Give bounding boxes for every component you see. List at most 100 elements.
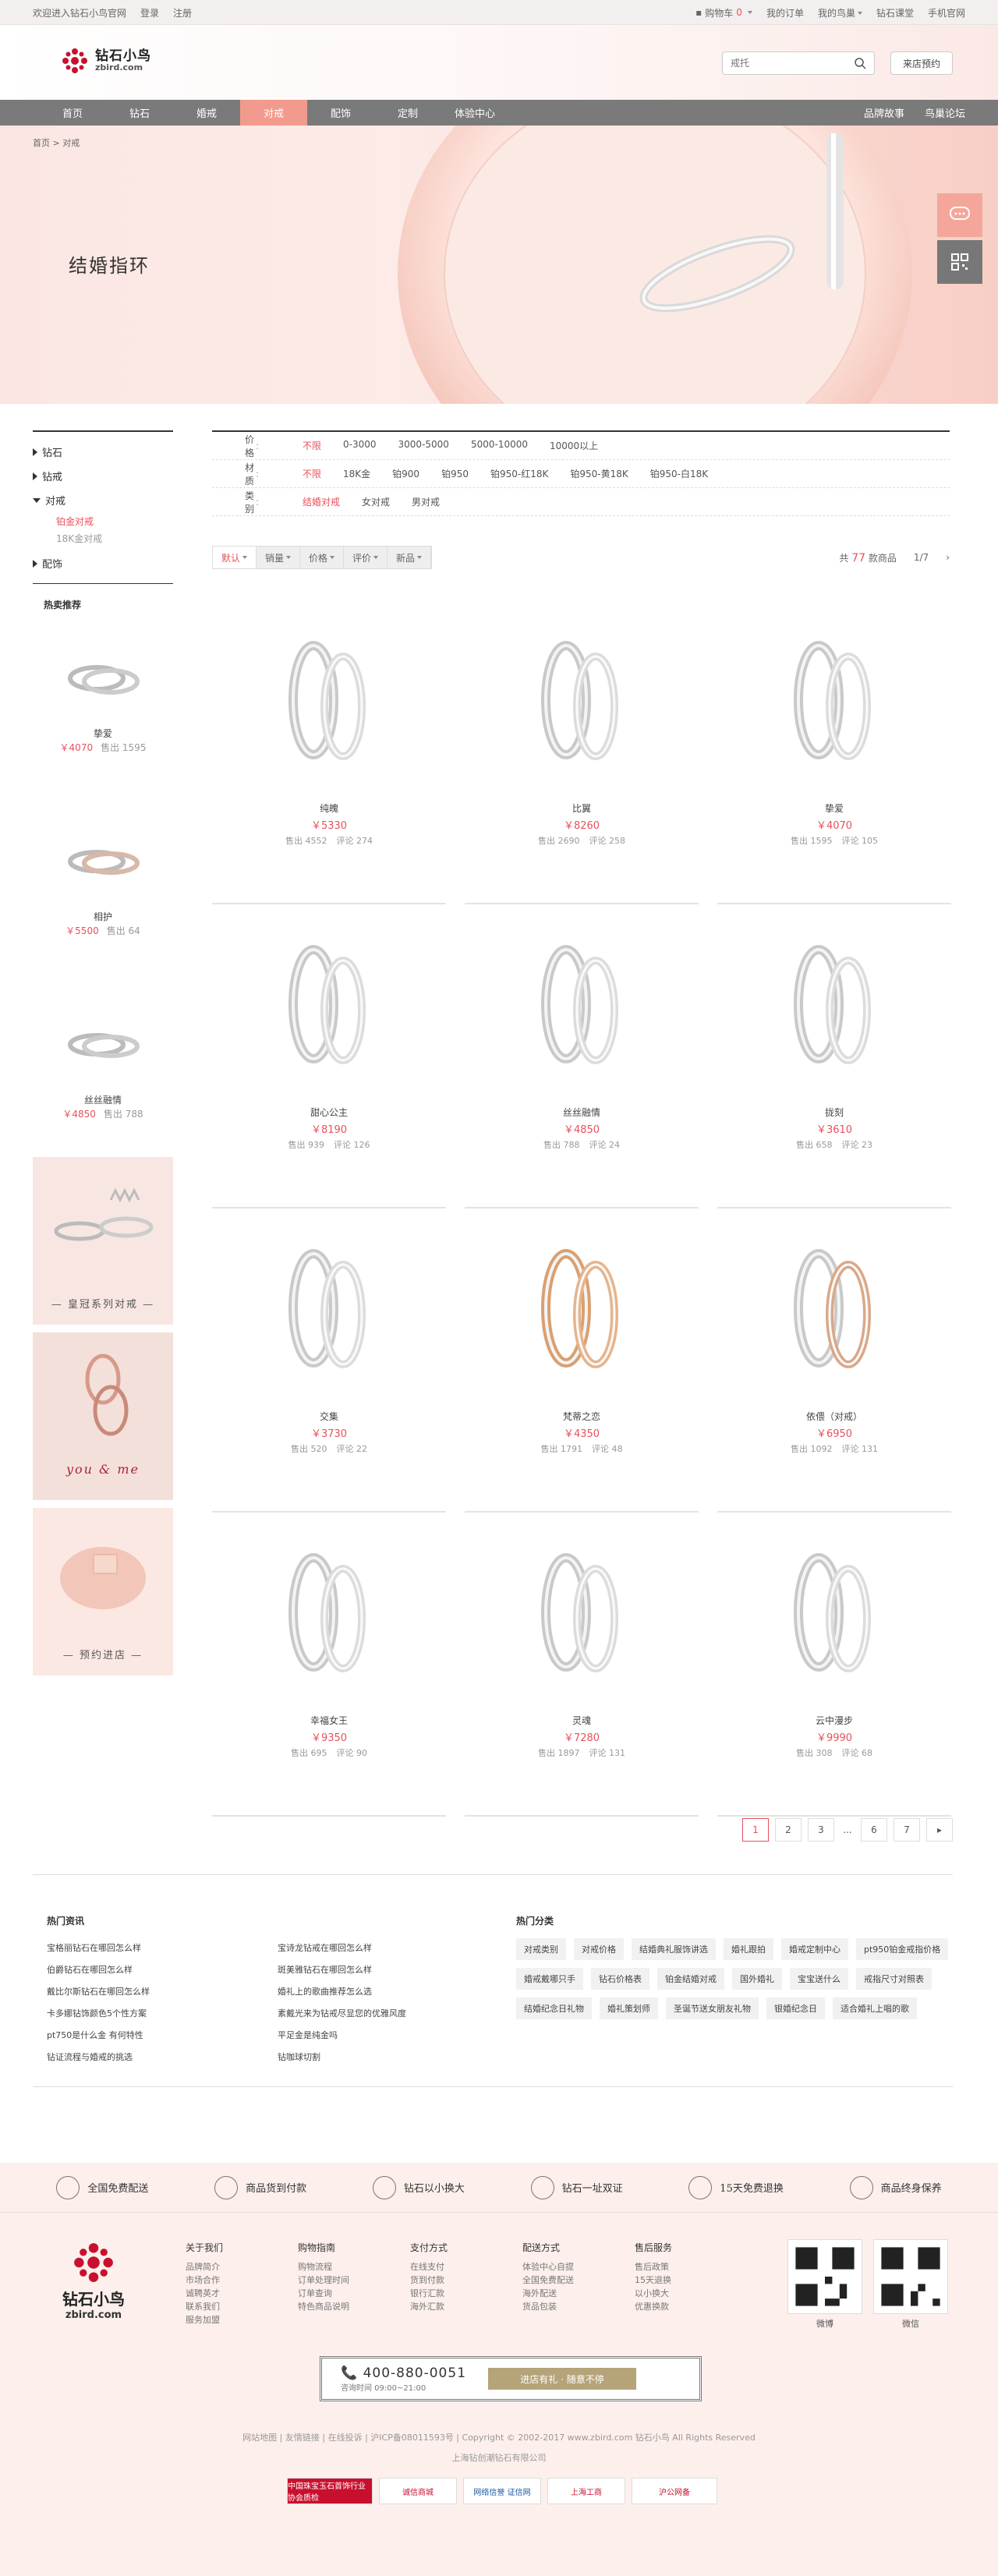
category-item[interactable]: 钻戒 xyxy=(33,464,173,488)
badge[interactable]: 中国珠宝玉石首饰行业协会质检 xyxy=(287,2478,373,2504)
news-link[interactable]: 卡多娜钻饰颜色5个性方案 xyxy=(47,2007,278,2019)
promo-store-visit[interactable]: — 预约进店 — xyxy=(33,1508,173,1675)
filter-option[interactable]: 18K金 xyxy=(343,467,370,480)
badge[interactable]: 沪公网备 xyxy=(632,2478,717,2504)
product-card[interactable]: 丝丝融情 ￥4850 售出 788 评论 24 xyxy=(465,904,699,1208)
footer-link[interactable]: 海外配送 xyxy=(522,2287,577,2300)
footer-link[interactable]: 品牌简介 xyxy=(186,2260,240,2273)
footer-link[interactable]: 以小换大 xyxy=(635,2287,689,2300)
subcategory-item[interactable]: 铂金对戒 xyxy=(33,512,173,529)
filter-option[interactable]: 不限 xyxy=(303,467,321,480)
filter-option[interactable]: 铂950-红18K xyxy=(490,467,548,480)
category-tag[interactable]: 铂金结婚对戒 xyxy=(657,1968,724,1990)
footer-link[interactable]: 15天退换 xyxy=(635,2273,689,2287)
news-link[interactable]: 伯爵钻石在哪回怎么样 xyxy=(47,1963,278,1976)
badge[interactable]: 诚信商城 xyxy=(379,2478,457,2504)
product-image[interactable] xyxy=(496,614,667,786)
filter-option[interactable]: 女对戒 xyxy=(362,495,390,508)
footer-link[interactable]: 体验中心自提 xyxy=(522,2260,577,2273)
footer-link[interactable]: 在线支付 xyxy=(410,2260,465,2273)
product-image[interactable] xyxy=(748,1223,920,1394)
register-link[interactable]: 注册 xyxy=(173,6,192,19)
filter-option[interactable]: 0-3000 xyxy=(343,439,377,452)
breadcrumb-home[interactable]: 首页 xyxy=(33,138,50,148)
orders-link[interactable]: 我的订单 xyxy=(766,6,804,19)
footer-link[interactable]: 货到付款 xyxy=(410,2273,465,2287)
product-card[interactable]: 挚爱 ￥4070 售出 1595 评论 105 xyxy=(717,600,951,904)
page-button[interactable]: 6 xyxy=(861,1818,887,1842)
news-link[interactable]: pt750是什么金 有何特性 xyxy=(47,2029,278,2041)
filter-option[interactable]: 铂950 xyxy=(441,467,469,480)
news-link[interactable]: 斑美雅钻石在哪回怎么样 xyxy=(278,1963,483,1976)
category-tag[interactable]: 银婚纪念日 xyxy=(766,1997,825,2019)
product-card[interactable]: 云中漫步 ￥9990 售出 308 评论 68 xyxy=(717,1513,951,1817)
filter-option[interactable]: 铂900 xyxy=(392,467,419,480)
product-name[interactable]: 丝丝融情 xyxy=(465,1106,699,1119)
promo-you-and-me[interactable]: you & me xyxy=(33,1332,173,1500)
product-image[interactable] xyxy=(496,1223,667,1394)
nav-item-diamond[interactable]: 钻石 xyxy=(106,100,173,126)
footer-link[interactable]: 联系我们 xyxy=(186,2300,240,2313)
news-link[interactable]: 素戴光来为钻戒尽显您的优雅风度 xyxy=(278,2007,483,2019)
product-card[interactable]: 交集 ￥3730 售出 520 评论 22 xyxy=(212,1208,446,1513)
nav-forum[interactable]: 鸟巢论坛 xyxy=(925,105,965,120)
search-box[interactable] xyxy=(722,51,875,75)
footer-link[interactable]: 优惠换款 xyxy=(635,2300,689,2313)
category-tag[interactable]: pt950铂金戒指价格 xyxy=(856,1938,949,1960)
sort-price[interactable]: 价格 xyxy=(300,547,344,568)
footer-links[interactable]: 网站地图 | 友情链接 | 在线投诉 | 沪ICP备08011593号 | Co… xyxy=(0,2431,998,2443)
product-card[interactable]: 灵魂 ￥7280 售出 1897 评论 131 xyxy=(465,1513,699,1817)
footer-link[interactable]: 订单查询 xyxy=(298,2287,352,2300)
promo-crown-series[interactable]: — 皇冠系列对戒 — xyxy=(33,1157,173,1325)
category-tag[interactable]: 结婚纪念日礼物 xyxy=(516,1997,592,2019)
product-name[interactable]: 交集 xyxy=(212,1410,446,1423)
news-link[interactable]: 钻证流程与婚戒的挑选 xyxy=(47,2051,278,2063)
nav-item-ring[interactable]: 婚戒 xyxy=(173,100,240,126)
footer-link[interactable]: 银行汇款 xyxy=(410,2287,465,2300)
filter-option[interactable]: 铂950-白18K xyxy=(650,467,708,480)
category-tag[interactable]: 钻石价格表 xyxy=(591,1968,649,1990)
product-card[interactable]: 纯魄 ￥5330 售出 4552 评论 274 xyxy=(212,600,446,904)
category-tag[interactable]: 宝宝送什么 xyxy=(790,1968,848,1990)
category-item[interactable]: 钻石 xyxy=(33,440,173,464)
product-name[interactable]: 依偎（对戒） xyxy=(717,1410,951,1423)
news-link[interactable]: 宝诗龙钻戒在哪回怎么样 xyxy=(278,1941,483,1954)
product-image[interactable] xyxy=(496,1527,667,1698)
product-card[interactable]: 依偎（对戒） ￥6950 售出 1092 评论 131 xyxy=(717,1208,951,1513)
product-name[interactable]: 甜心公主 xyxy=(212,1106,446,1119)
footer-link[interactable]: 订单处理时间 xyxy=(298,2273,352,2287)
category-tag[interactable]: 适合婚礼上唱的歌 xyxy=(833,1997,917,2019)
badge[interactable]: 网络信誉 证信网 xyxy=(463,2478,541,2504)
product-name[interactable]: 幸福女王 xyxy=(212,1714,446,1727)
filter-option[interactable]: 3000-5000 xyxy=(398,439,449,452)
nav-item-custom[interactable]: 定制 xyxy=(374,100,441,126)
qr-float-button[interactable] xyxy=(937,240,982,284)
cart-link[interactable]: ▪ 购物车 0 xyxy=(695,6,752,19)
filter-option[interactable]: 10000以上 xyxy=(550,439,598,452)
logo[interactable]: 钻石小鸟 zbird.com xyxy=(61,47,151,75)
filter-option[interactable]: 5000-10000 xyxy=(471,439,528,452)
hot-product[interactable]: 丝丝融情 ￥4850 售出 788 xyxy=(33,978,173,1157)
product-name[interactable]: 云中漫步 xyxy=(717,1714,951,1727)
product-image[interactable] xyxy=(496,918,667,1090)
news-link[interactable]: 钻咖球切割 xyxy=(278,2051,483,2063)
product-image[interactable] xyxy=(748,1527,920,1698)
nav-item-experience[interactable]: 体验中心 xyxy=(441,100,508,126)
product-name[interactable]: 挚爱 xyxy=(717,801,951,815)
nav-item-accessories[interactable]: 配饰 xyxy=(307,100,374,126)
filter-option[interactable]: 男对戒 xyxy=(412,495,440,508)
nav-item-home[interactable]: 首页 xyxy=(39,100,106,126)
product-card[interactable]: 梵蒂之恋 ￥4350 售出 1791 评论 48 xyxy=(465,1208,699,1513)
next-page-button[interactable]: ▸ xyxy=(926,1818,953,1842)
footer-link[interactable]: 售后政策 xyxy=(635,2260,689,2273)
product-name[interactable]: 比翼 xyxy=(465,801,699,815)
category-tag[interactable]: 婚礼策划师 xyxy=(600,1997,658,2019)
category-tag[interactable]: 圣诞节送女朋友礼物 xyxy=(666,1997,759,2019)
page-button[interactable]: 1 xyxy=(742,1818,769,1842)
category-tag[interactable]: 对戒价格 xyxy=(574,1938,624,1960)
search-input[interactable] xyxy=(731,58,854,69)
nav-brand-story[interactable]: 品牌故事 xyxy=(864,105,904,120)
footer-link[interactable]: 购物流程 xyxy=(298,2260,352,2273)
product-image[interactable] xyxy=(243,614,415,786)
sort-sales[interactable]: 销量 xyxy=(257,547,300,568)
